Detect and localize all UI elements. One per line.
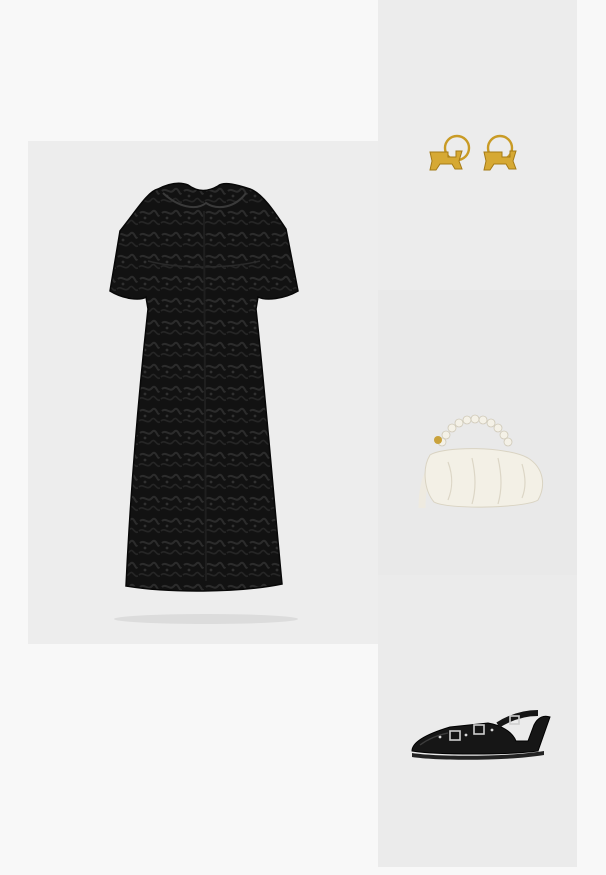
outfit-item-shoes[interactable] [378,575,577,867]
handbag-icon [418,414,544,509]
dress-icon [109,182,299,624]
outfit-item-bag[interactable] [378,290,577,575]
outfit-item-dress[interactable] [28,141,378,644]
slingback-flats-icon [411,710,551,760]
page-margin-right [577,0,606,875]
earrings-icon [429,134,517,171]
outfit-item-earrings[interactable] [378,0,577,290]
